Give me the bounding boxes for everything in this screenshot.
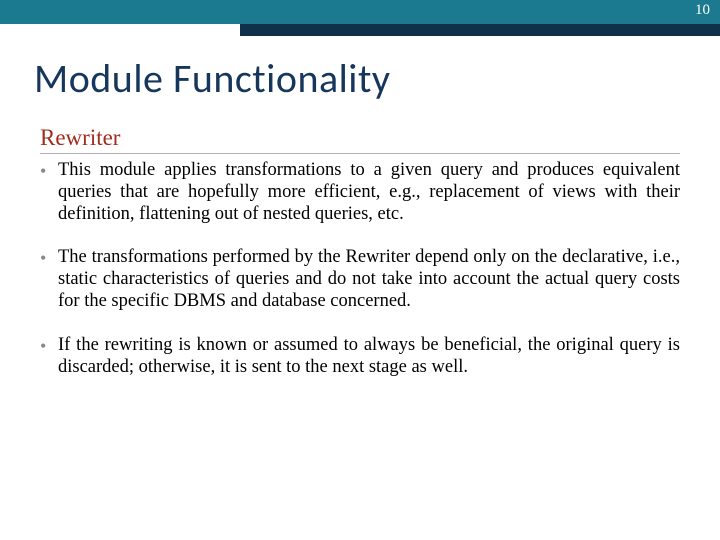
bullet-dot-icon: • [40,160,58,225]
page-title: Module Functionality [34,54,720,103]
header-banner: 10 [0,0,720,36]
bullet-dot-icon: • [40,335,58,379]
bullet-text: This module applies transformations to a… [58,160,680,225]
banner-navy-stripe [240,24,720,36]
bullet-text: If the rewriting is known or assumed to … [58,335,680,379]
bullet-dot-icon: • [40,247,58,312]
banner-teal-stripe [0,0,720,24]
bullet-item: • The transformations performed by the R… [40,247,680,312]
bullet-item: • If the rewriting is known or assumed t… [40,335,680,379]
section-heading: Rewriter [40,125,680,154]
bullet-item: • This module applies transformations to… [40,160,680,225]
content-area: • This module applies transformations to… [40,160,680,379]
page-number: 10 [695,2,710,19]
bullet-text: The transformations performed by the Rew… [58,247,680,312]
